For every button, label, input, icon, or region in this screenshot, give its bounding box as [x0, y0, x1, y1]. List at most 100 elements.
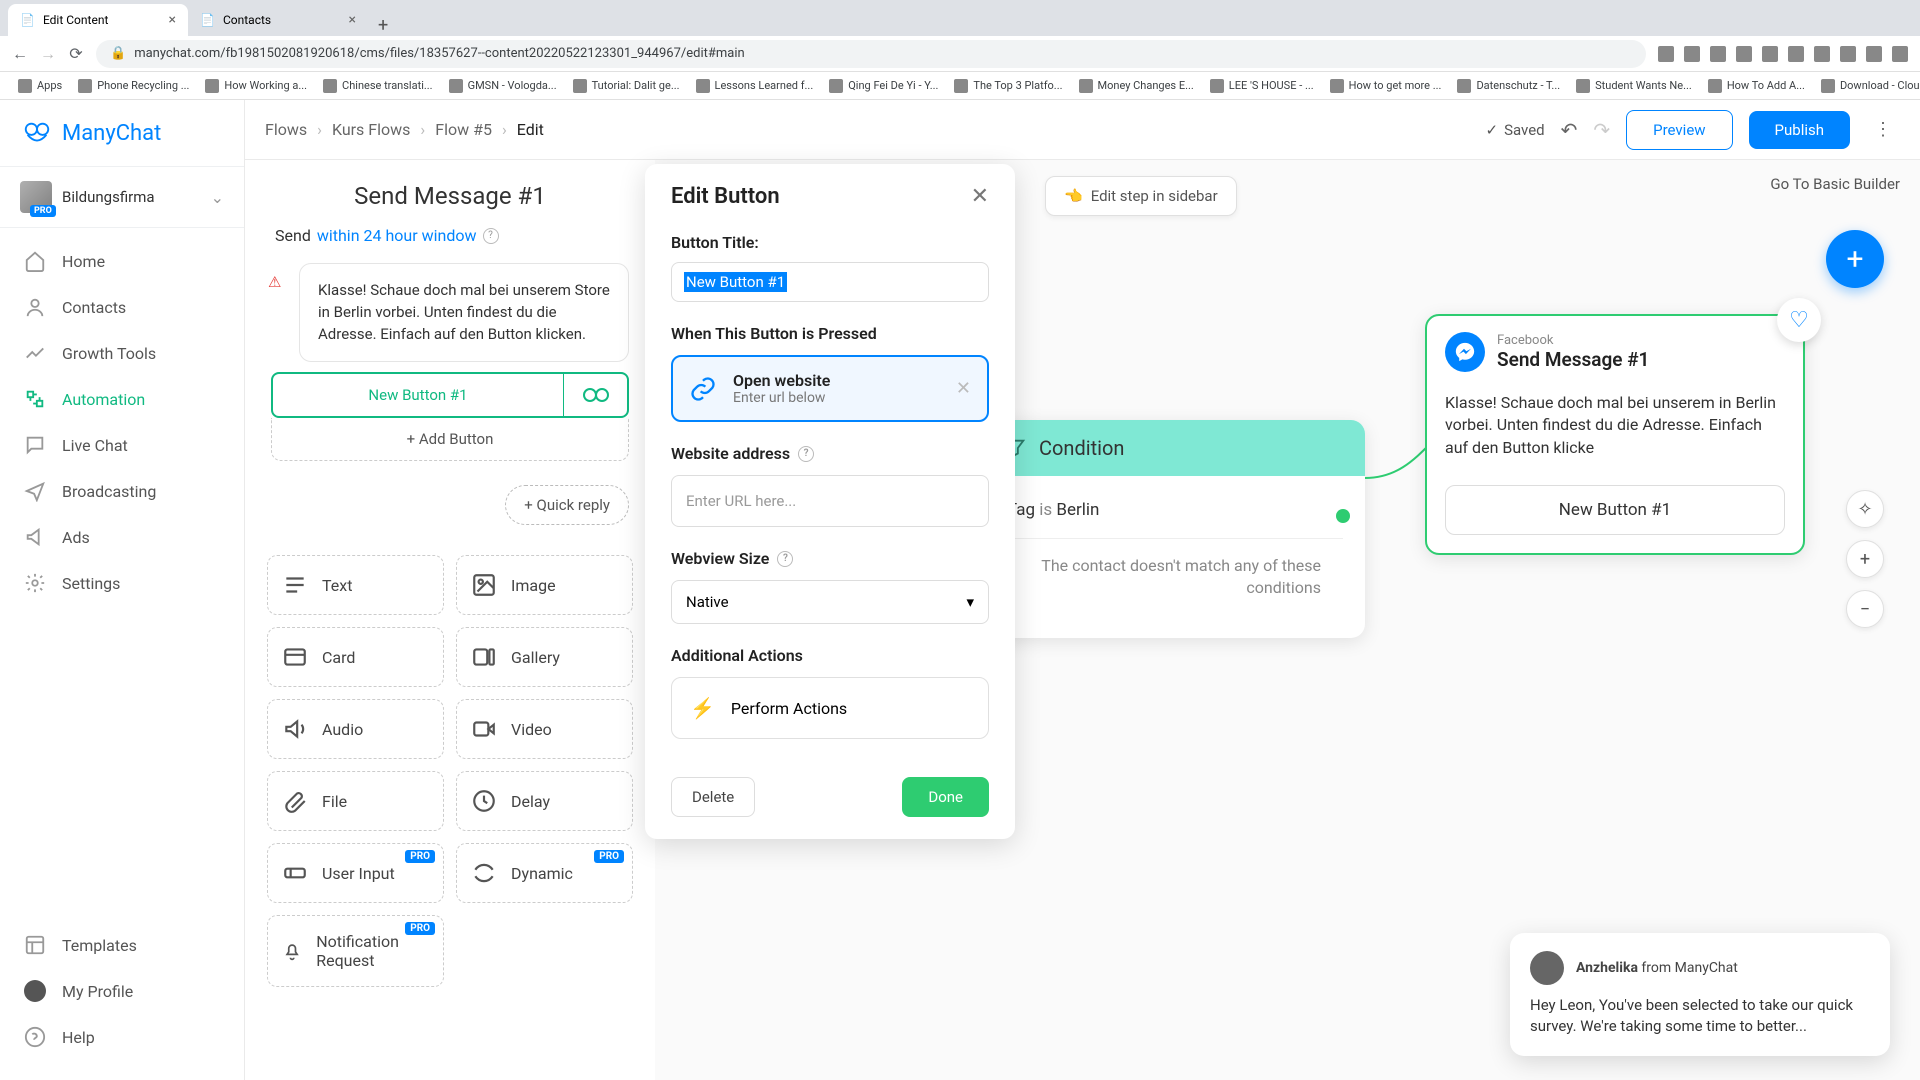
- sidebar-item-home[interactable]: Home: [0, 238, 244, 284]
- help-icon[interactable]: ?: [798, 446, 814, 462]
- browser-tab-active[interactable]: 📄 Edit Content ×: [8, 4, 188, 36]
- sidebar-item-ads[interactable]: Ads: [0, 514, 244, 560]
- undo-icon[interactable]: ↶: [1561, 118, 1578, 142]
- perform-actions-card[interactable]: ⚡ Perform Actions: [671, 677, 989, 739]
- block-delay[interactable]: Delay: [456, 771, 633, 831]
- extension-icon[interactable]: [1866, 46, 1882, 62]
- sidebar-item-contacts[interactable]: Contacts: [0, 284, 244, 330]
- extension-icon[interactable]: [1840, 46, 1856, 62]
- add-step-fab[interactable]: +: [1826, 230, 1884, 288]
- extension-icon[interactable]: [1658, 46, 1674, 62]
- message-button-label[interactable]: New Button #1: [273, 374, 563, 416]
- bookmark[interactable]: Qing Fei De Yi - Y...: [823, 77, 944, 95]
- close-icon[interactable]: ×: [349, 12, 356, 28]
- bookmark[interactable]: How To Add A...: [1702, 77, 1811, 95]
- sidebar-item-templates[interactable]: Templates: [0, 922, 244, 968]
- node-button[interactable]: New Button #1: [1445, 485, 1785, 535]
- org-selector[interactable]: PRO Bildungsfirma ⌄: [0, 166, 244, 228]
- sidebar-item-profile[interactable]: My Profile: [0, 968, 244, 1014]
- preview-button[interactable]: Preview: [1626, 110, 1732, 150]
- support-avatar: [1530, 951, 1564, 985]
- bookmark[interactable]: GMSN - Vologda...: [443, 77, 563, 95]
- publish-button[interactable]: Publish: [1749, 111, 1850, 149]
- edit-step-sidebar[interactable]: 👈 Edit step in sidebar: [1045, 176, 1237, 216]
- bookmark[interactable]: Money Changes E...: [1073, 77, 1200, 95]
- url-bar[interactable]: 🔒 manychat.com/fb1981502081920618/cms/fi…: [96, 40, 1646, 68]
- sidebar-item-live-chat[interactable]: Live Chat: [0, 422, 244, 468]
- block-text[interactable]: Text: [267, 555, 444, 615]
- bookmark[interactable]: Datenschutz - T...: [1451, 77, 1566, 95]
- bookmark[interactable]: The Top 3 Platfo...: [948, 77, 1068, 95]
- block-file[interactable]: File: [267, 771, 444, 831]
- close-icon[interactable]: ×: [169, 12, 176, 28]
- bookmark[interactable]: LEE 'S HOUSE - ...: [1204, 77, 1320, 95]
- done-button[interactable]: Done: [902, 777, 989, 817]
- delete-button[interactable]: Delete: [671, 777, 755, 817]
- bookmark[interactable]: Student Wants Ne...: [1570, 77, 1698, 95]
- extension-icon[interactable]: [1788, 46, 1804, 62]
- breadcrumb-link[interactable]: Kurs Flows: [332, 120, 410, 139]
- bookmark[interactable]: Lessons Learned f...: [690, 77, 820, 95]
- remove-action-icon[interactable]: ✕: [956, 378, 971, 399]
- support-widget[interactable]: Anzhelika from ManyChat Hey Leon, You've…: [1510, 933, 1890, 1057]
- browser-tab[interactable]: 📄 Contacts ×: [188, 4, 368, 36]
- logo[interactable]: ManyChat: [0, 100, 244, 166]
- forward-icon[interactable]: →: [40, 44, 56, 64]
- help-icon[interactable]: ?: [483, 228, 499, 244]
- bookmark[interactable]: Chinese translati...: [317, 77, 439, 95]
- send-message-node[interactable]: ♡ Facebook Send Message #1 Klasse! Schau…: [1425, 314, 1805, 555]
- block-dynamic[interactable]: PRODynamic: [456, 843, 633, 903]
- sidebar-item-settings[interactable]: Settings: [0, 560, 244, 606]
- send-window-link[interactable]: within 24 hour window: [317, 226, 477, 245]
- zoom-in-icon[interactable]: +: [1846, 540, 1884, 578]
- block-notification-request[interactable]: PRONotification Request: [267, 915, 444, 987]
- url-input[interactable]: Enter URL here...: [671, 475, 989, 527]
- bookmark[interactable]: Tutorial: Dalit ge...: [567, 77, 686, 95]
- message-button-row[interactable]: New Button #1: [271, 372, 629, 418]
- breadcrumb-link[interactable]: Flow #5: [435, 120, 492, 139]
- condition-node[interactable]: Condition Tag is Berlin The contact does…: [985, 420, 1365, 638]
- canvas[interactable]: Flows› Kurs Flows› Flow #5› Edit ✓Saved …: [245, 100, 1920, 1080]
- extension-icon[interactable]: [1736, 46, 1752, 62]
- block-card[interactable]: Card: [267, 627, 444, 687]
- block-user-input[interactable]: PROUser Input: [267, 843, 444, 903]
- extension-icon[interactable]: [1814, 46, 1830, 62]
- help-icon[interactable]: ?: [777, 551, 793, 567]
- zoom-out-icon[interactable]: −: [1846, 590, 1884, 628]
- extension-icon[interactable]: [1684, 46, 1700, 62]
- sidebar-item-help[interactable]: Help: [0, 1014, 244, 1060]
- basic-builder-link[interactable]: Go To Basic Builder: [1770, 175, 1900, 193]
- block-video[interactable]: Video: [456, 699, 633, 759]
- bookmark[interactable]: Apps: [12, 77, 68, 95]
- extension-icon[interactable]: [1710, 46, 1726, 62]
- webview-size-select[interactable]: Native▾: [671, 580, 989, 624]
- back-icon[interactable]: ←: [12, 44, 28, 64]
- button-title-input[interactable]: New Button #1: [671, 262, 989, 302]
- more-icon[interactable]: ⋮: [1866, 119, 1900, 140]
- quick-reply-button[interactable]: + Quick reply: [505, 485, 629, 525]
- sidebar-item-broadcasting[interactable]: Broadcasting: [0, 468, 244, 514]
- message-text-card[interactable]: ⚠ Klasse! Schaue doch mal bei unserem St…: [299, 263, 629, 362]
- close-icon[interactable]: ✕: [971, 184, 989, 209]
- bookmark[interactable]: How to get more ...: [1324, 77, 1448, 95]
- block-audio[interactable]: Audio: [267, 699, 444, 759]
- fit-icon[interactable]: ✧: [1846, 490, 1884, 528]
- breadcrumb-link[interactable]: Flows: [265, 120, 307, 139]
- button-link-icon[interactable]: [563, 374, 627, 416]
- sidebar-item-growth-tools[interactable]: Growth Tools: [0, 330, 244, 376]
- open-website-action[interactable]: Open website Enter url below ✕: [671, 355, 989, 422]
- extension-icon[interactable]: [1762, 46, 1778, 62]
- block-image[interactable]: Image: [456, 555, 633, 615]
- condition-rule[interactable]: Tag is Berlin: [1007, 494, 1343, 539]
- sidebar-item-automation[interactable]: Automation: [0, 376, 244, 422]
- reload-icon[interactable]: ⟳: [68, 44, 84, 63]
- bookmark[interactable]: Phone Recycling ...: [72, 77, 195, 95]
- block-gallery[interactable]: Gallery: [456, 627, 633, 687]
- favorite-icon[interactable]: ♡: [1777, 298, 1821, 342]
- extension-icon[interactable]: [1892, 46, 1908, 62]
- bookmark[interactable]: Download - Clou...: [1815, 77, 1920, 95]
- new-tab-button[interactable]: +: [368, 15, 398, 36]
- output-port-match[interactable]: [1336, 509, 1350, 523]
- bookmark[interactable]: How Working a...: [199, 77, 313, 95]
- add-button[interactable]: + Add Button: [271, 418, 629, 461]
